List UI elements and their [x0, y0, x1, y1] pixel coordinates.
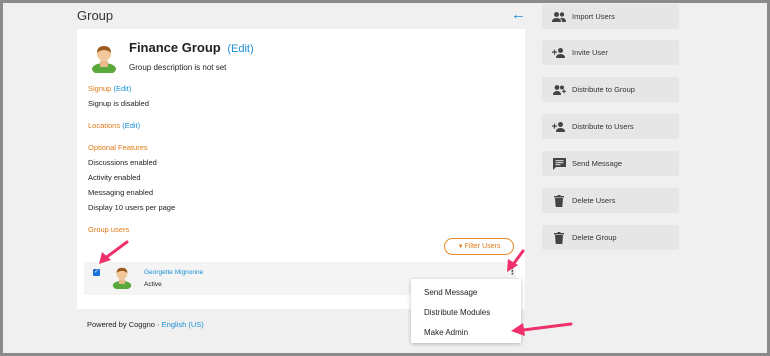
edit-locations-link[interactable]: (Edit)	[122, 121, 140, 130]
users-group-icon	[552, 10, 566, 24]
back-arrow-icon[interactable]: ←	[511, 6, 526, 23]
delete-group-label: Delete Group	[572, 233, 617, 242]
group-name: Finance Group (Edit)	[129, 40, 254, 55]
trash-icon	[552, 194, 566, 208]
group-add-icon	[552, 83, 566, 97]
trash-icon	[552, 231, 566, 245]
language-link[interactable]: English (US)	[162, 320, 204, 329]
signup-status: Signup is disabled	[88, 99, 149, 108]
optional-features-label: Optional Features	[88, 143, 148, 152]
message-icon	[552, 157, 566, 171]
group-name-text: Finance Group	[129, 40, 221, 55]
menu-item-send-message[interactable]: Send Message	[411, 284, 521, 304]
menu-item-distribute-modules[interactable]: Distribute Modules	[411, 304, 521, 324]
annotation-arrow-make-admin	[511, 322, 573, 336]
annotation-arrow-kebab	[507, 249, 525, 272]
group-description: Group description is not set	[129, 63, 227, 72]
import-users-label: Import Users	[572, 12, 615, 21]
app-frame: Group ← Finance Group (Edit) Group descr…	[0, 0, 770, 356]
locations-label-text: Locations	[88, 121, 121, 130]
powered-by-text: Powered by Coggno ·	[87, 320, 162, 329]
delete-group-button[interactable]: Delete Group	[542, 225, 679, 250]
footer: Powered by Coggno · English (US)	[87, 320, 204, 329]
user-name-link[interactable]: Georgette Mignonne	[144, 269, 203, 276]
annotation-arrow-checkbox	[99, 240, 129, 264]
user-status: Active	[144, 281, 162, 288]
group-avatar-icon	[92, 46, 116, 73]
feature-discussions: Discussions enabled	[88, 158, 157, 167]
menu-item-make-admin[interactable]: Make Admin	[411, 324, 521, 344]
invite-user-label: Invite User	[572, 48, 608, 57]
distribute-to-users-button[interactable]: Distribute to Users	[542, 114, 679, 139]
distribute-to-group-button[interactable]: Distribute to Group	[542, 77, 679, 102]
page-title: Group	[77, 8, 114, 23]
feature-activity: Activity enabled	[88, 173, 141, 182]
import-users-button[interactable]: Import Users	[542, 4, 679, 29]
distribute-to-group-label: Distribute to Group	[572, 85, 635, 94]
user-select-checkbox[interactable]: ✓	[93, 269, 100, 276]
delete-users-label: Delete Users	[572, 196, 616, 205]
locations-label: Locations (Edit)	[88, 121, 140, 130]
group-users-label: Group users	[88, 225, 130, 234]
filter-users-label: Filter Users	[464, 243, 501, 250]
send-message-button[interactable]: Send Message	[542, 151, 679, 176]
feature-users-per-page: Display 10 users per page	[88, 203, 176, 212]
signup-label: Signup (Edit)	[88, 84, 131, 93]
edit-signup-link[interactable]: (Edit)	[113, 84, 131, 93]
filter-icon: ▼	[457, 243, 464, 250]
edit-group-link[interactable]: (Edit)	[227, 43, 253, 55]
delete-users-button[interactable]: Delete Users	[542, 188, 679, 213]
signup-label-text: Signup	[88, 84, 112, 93]
group-card: Finance Group (Edit) Group description i…	[77, 29, 525, 309]
add-user-icon	[552, 120, 566, 134]
send-message-label: Send Message	[572, 159, 623, 168]
user-avatar-icon	[112, 267, 132, 289]
feature-messaging: Messaging enabled	[88, 188, 154, 197]
distribute-to-users-label: Distribute to Users	[572, 122, 634, 131]
add-user-icon	[552, 46, 566, 60]
invite-user-button[interactable]: Invite User	[542, 40, 679, 65]
user-context-menu: Send Message Distribute Modules Make Adm…	[411, 279, 521, 343]
